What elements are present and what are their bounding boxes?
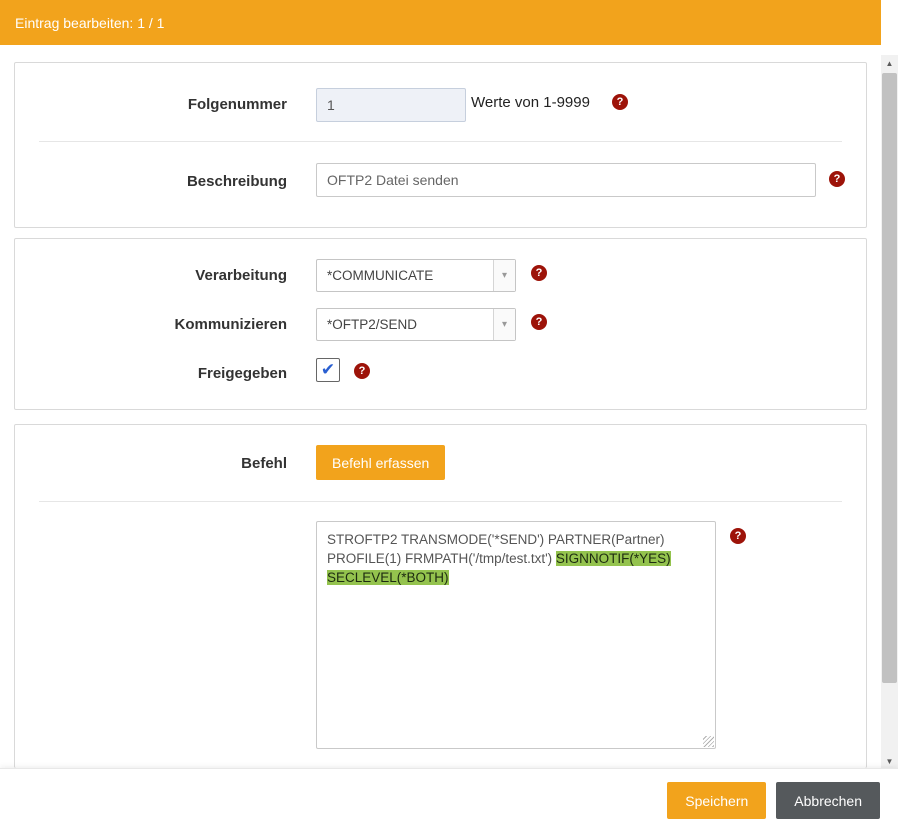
folgenummer-input[interactable]: [316, 88, 466, 122]
section-processing: Verarbeitung *COMMUNICATE ▾ ? Kommunizie…: [14, 238, 867, 410]
command-highlight-seclevel: SECLEVEL(*BOTH): [327, 570, 449, 585]
chevron-down-icon: ▾: [493, 260, 515, 291]
beschreibung-label: Beschreibung: [15, 173, 287, 190]
folgenummer-help-icon[interactable]: ?: [612, 94, 628, 110]
kommunizieren-selected-value: *OFTP2/SEND: [317, 317, 493, 332]
command-highlight-signnotif: SIGNNOTIF(*YES): [556, 551, 671, 566]
befehl-help-icon[interactable]: ?: [730, 528, 746, 544]
modal-title: Eintrag bearbeiten: 1 / 1: [15, 15, 164, 31]
divider: [39, 141, 842, 142]
verarbeitung-label: Verarbeitung: [15, 267, 287, 284]
freigegeben-checkbox[interactable]: ✔: [316, 358, 340, 382]
command-textarea[interactable]: STROFTP2 TRANSMODE('*SEND') PARTNER(Part…: [316, 521, 716, 749]
command-separator: [671, 551, 675, 566]
vertical-scrollbar[interactable]: ▲ ▼: [881, 55, 898, 770]
kommunizieren-label: Kommunizieren: [15, 316, 287, 333]
section-command: Befehl Befehl erfassen STROFTP2 TRANSMOD…: [14, 424, 867, 768]
verarbeitung-help-icon[interactable]: ?: [531, 265, 547, 281]
freigegeben-help-icon[interactable]: ?: [354, 363, 370, 379]
chevron-down-icon: ▾: [493, 309, 515, 340]
save-button[interactable]: Speichern: [667, 782, 766, 819]
scroll-up-icon[interactable]: ▲: [881, 55, 898, 72]
beschreibung-input[interactable]: [316, 163, 816, 197]
modal-footer: Speichern Abbrechen: [0, 768, 898, 832]
freigegeben-label: Freigegeben: [15, 365, 287, 382]
cancel-button[interactable]: Abbrechen: [776, 782, 880, 819]
modal-header: Eintrag bearbeiten: 1 / 1: [0, 0, 881, 45]
verarbeitung-selected-value: *COMMUNICATE: [317, 268, 493, 283]
resize-handle[interactable]: [703, 736, 714, 747]
checkmark-icon: ✔: [321, 360, 335, 380]
befehl-erfassen-button[interactable]: Befehl erfassen: [316, 445, 445, 480]
divider: [39, 501, 842, 502]
section-general: Folgenummer Werte von 1-9999 ? Beschreib…: [14, 62, 867, 228]
befehl-label: Befehl: [15, 455, 287, 472]
folgenummer-hint: Werte von 1-9999: [471, 94, 590, 111]
kommunizieren-help-icon[interactable]: ?: [531, 314, 547, 330]
verarbeitung-select[interactable]: *COMMUNICATE ▾: [316, 259, 516, 292]
folgenummer-label: Folgenummer: [15, 96, 287, 113]
scrollbar-thumb[interactable]: [882, 73, 897, 683]
beschreibung-help-icon[interactable]: ?: [829, 171, 845, 187]
kommunizieren-select[interactable]: *OFTP2/SEND ▾: [316, 308, 516, 341]
